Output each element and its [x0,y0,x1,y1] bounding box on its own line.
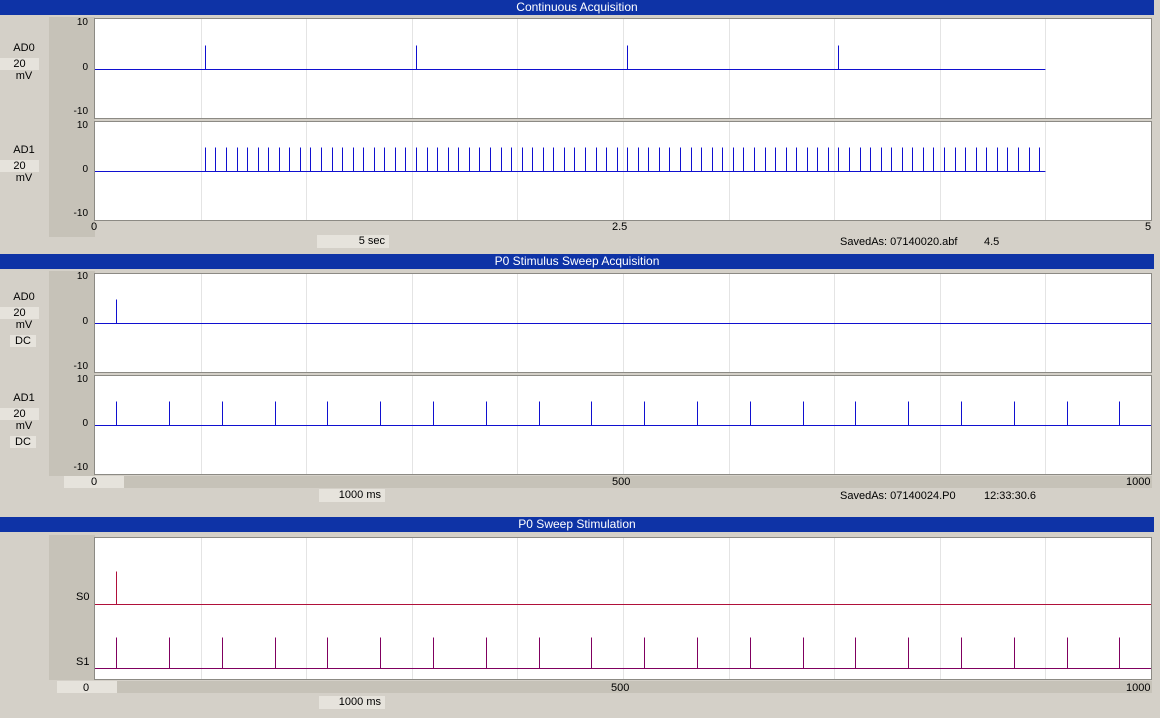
sweep-stimulation-title: P0 Sweep Stimulation [0,517,1154,532]
channel-name: AD1 [13,392,35,404]
y-tick-zero: 0 [82,418,88,429]
channel-label-ad0[interactable]: AD0 20 mV DC [0,291,48,347]
plot-stimulation[interactable] [94,537,1152,680]
x-tick: 1000 [1126,476,1151,488]
channel-name: AD0 [13,291,35,303]
horizontal-scrollbar[interactable] [64,476,1152,488]
channel-scale[interactable]: 20 [0,160,39,172]
channel-label-ad1[interactable]: AD1 20 mV DC [0,392,48,448]
plot-sweep-ad0[interactable] [94,273,1152,373]
y-tick-max: 10 [76,271,88,282]
channel-scale[interactable]: 20 [0,307,39,319]
plot-continuous-ad0[interactable] [94,18,1152,119]
trace-canvas [95,274,1151,372]
time-scale-field[interactable]: 1000 ms [319,489,385,502]
y-tick-max: 10 [76,120,88,131]
coupling-field[interactable]: DC [10,436,36,448]
x-tick: 0 [91,476,98,488]
x-tick: 1000 [1126,682,1151,694]
x-tick: 0 [91,221,98,233]
y-tick-max: 10 [76,17,88,28]
y-tick-max: 10 [76,374,88,385]
elapsed-time: 4.5 [984,236,1000,248]
channel-unit: mV [15,172,33,184]
x-tick: 0 [83,682,90,694]
time-scale-field[interactable]: 5 sec [317,235,389,248]
stim-channel-label-s1: S1 [76,656,90,668]
y-tick-min: -10 [73,462,88,473]
saved-as-label: SavedAs: 07140020.abf [840,236,958,248]
plot-continuous-ad1[interactable] [94,121,1152,221]
channel-name: AD0 [13,42,35,54]
x-tick: 2.5 [612,221,628,233]
time-scale-field[interactable]: 1000 ms [319,696,385,709]
channel-label-ad0[interactable]: AD0 20 mV [0,42,48,82]
trace-canvas [95,538,1151,679]
horizontal-scrollbar[interactable] [57,681,1152,693]
y-tick-zero: 0 [82,164,88,175]
channel-unit: mV [15,319,33,331]
channel-label-ad1[interactable]: AD1 20 mV [0,144,48,184]
plot-sweep-ad1[interactable] [94,375,1152,475]
channel-name: AD1 [13,144,35,156]
channel-unit: mV [15,420,33,432]
y-tick-min: -10 [73,208,88,219]
channel-scale[interactable]: 20 [0,58,39,70]
y-tick-min: -10 [73,106,88,117]
clock-readout: 12:33:30.6 [984,490,1036,502]
y-tick-zero: 0 [82,62,88,73]
coupling-field[interactable]: DC [10,335,36,347]
x-tick: 500 [612,476,631,488]
sweep-acquisition-title: P0 Stimulus Sweep Acquisition [0,254,1154,269]
y-tick-min: -10 [73,361,88,372]
continuous-acquisition-title: Continuous Acquisition [0,0,1154,15]
trace-canvas [95,122,1046,220]
trace-canvas [95,376,1151,474]
trace-canvas [95,19,1046,118]
channel-unit: mV [15,70,33,82]
channel-scale[interactable]: 20 [0,408,39,420]
x-tick: 5 [1145,221,1152,233]
saved-as-label: SavedAs: 07140024.P0 [840,490,956,502]
y-tick-zero: 0 [82,316,88,327]
stim-channel-label-s0: S0 [76,591,90,603]
x-tick: 500 [611,682,630,694]
